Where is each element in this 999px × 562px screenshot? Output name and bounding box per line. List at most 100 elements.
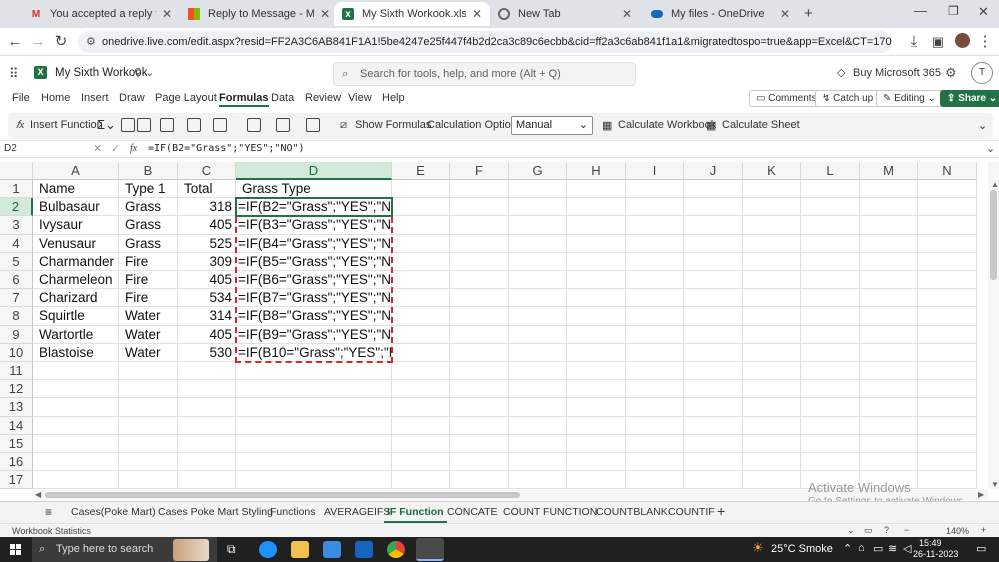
cell-g6[interactable] <box>509 271 567 290</box>
row-header[interactable]: 12 <box>0 380 33 399</box>
scroll-down-icon[interactable]: ▼ <box>991 480 999 489</box>
cell-f17[interactable] <box>450 471 509 489</box>
row-header[interactable]: 17 <box>0 471 33 489</box>
column-header-g[interactable]: G <box>509 162 567 180</box>
calculate-sheet-button[interactable]: Calculate Sheet <box>722 119 800 131</box>
cell-d4[interactable]: =IF(B4="Grass";"YES";"NO" <box>236 234 392 253</box>
cell-e4[interactable] <box>392 234 450 253</box>
cell-d9[interactable]: =IF(B9="Grass";"YES";"NO" <box>236 325 392 344</box>
cell-i6[interactable] <box>626 271 684 290</box>
cell-g11[interactable] <box>509 362 567 381</box>
lookup-icon[interactable] <box>247 118 261 132</box>
cell-d5[interactable]: =IF(B5="Grass";"YES";"NO" <box>236 252 392 271</box>
cell-m6[interactable] <box>860 271 918 290</box>
cell-f5[interactable] <box>450 252 509 271</box>
cell-h17[interactable] <box>567 471 626 489</box>
cell-d3[interactable]: =IF(B3="Grass";"YES";"NO" <box>236 216 392 235</box>
cell-i5[interactable] <box>626 252 684 271</box>
cell-e11[interactable] <box>392 362 450 381</box>
cell-f10[interactable] <box>450 343 509 362</box>
minimize-icon[interactable]: — <box>914 3 927 18</box>
network-icon[interactable]: ⌂ <box>858 542 865 554</box>
column-header-d[interactable]: D <box>236 162 392 180</box>
cell-f15[interactable] <box>450 434 509 453</box>
zoom-level[interactable]: 140% <box>946 526 969 536</box>
address-bar[interactable]: ⚙ onedrive.live.com/edit.aspx?resid=FF2A… <box>78 31 892 53</box>
cell-c8[interactable]: 314 <box>178 307 236 326</box>
cell-e8[interactable] <box>392 307 450 326</box>
cell-j17[interactable] <box>684 471 743 489</box>
select-all-corner[interactable] <box>0 162 33 180</box>
browser-tab-workbook[interactable]: x My Sixth Workook.xlsx - Micro ✕ <box>334 2 490 26</box>
cell-h13[interactable] <box>567 398 626 417</box>
row-header[interactable]: 10 <box>0 343 33 362</box>
cell-l8[interactable] <box>801 307 860 326</box>
cell-i17[interactable] <box>626 471 684 489</box>
task-view-icon[interactable]: ⧉ <box>227 542 236 557</box>
cell-m4[interactable] <box>860 234 918 253</box>
cell-l9[interactable] <box>801 325 860 344</box>
sheet-tab[interactable]: COUNTBLANK <box>596 506 668 518</box>
tab-draw[interactable]: Draw <box>119 92 145 104</box>
cell-j1[interactable] <box>684 180 743 199</box>
cell-e9[interactable] <box>392 325 450 344</box>
new-tab-icon[interactable]: + <box>804 5 813 22</box>
cell-k2[interactable] <box>743 198 801 217</box>
tab-help[interactable]: Help <box>382 92 405 104</box>
column-header-b[interactable]: B <box>119 162 178 180</box>
row-header[interactable]: 13 <box>0 398 33 417</box>
notifications-icon[interactable]: ▭ <box>976 542 986 555</box>
settings-gear-icon[interactable]: ⚙ <box>945 65 957 81</box>
cell-d2[interactable]: =IF(B2="Grass";"YES";"NO") <box>236 198 392 217</box>
cell-m1[interactable] <box>860 180 918 199</box>
cell-h10[interactable] <box>567 343 626 362</box>
cell-j5[interactable] <box>684 252 743 271</box>
autosum-icon[interactable]: Σ⌄ <box>97 117 116 133</box>
clock-date[interactable]: 26-11-2023 <box>913 549 958 559</box>
cell-e1[interactable] <box>392 180 450 199</box>
row-header[interactable]: 8 <box>0 307 33 326</box>
cell-k12[interactable] <box>743 380 801 399</box>
browser-tab-gmail[interactable]: M You accepted a reply to a topic ✕ <box>22 2 180 26</box>
cell-c2[interactable]: 318 <box>178 198 236 217</box>
cell-k6[interactable] <box>743 271 801 290</box>
browser-tab-onedrive[interactable]: My files - OneDrive ✕ <box>643 2 798 26</box>
cell-a6[interactable]: Charmeleon <box>33 271 119 290</box>
cell-i1[interactable] <box>626 180 684 199</box>
financial-icon[interactable] <box>137 118 151 132</box>
sidebar-icon[interactable]: ▣ <box>929 33 947 51</box>
row-header[interactable]: 7 <box>0 289 33 308</box>
cell-d11[interactable] <box>236 362 392 381</box>
comments-button[interactable]: ▭ Comments <box>749 90 824 107</box>
cell-a9[interactable]: Wartortle <box>33 325 119 344</box>
row-header[interactable]: 5 <box>0 252 33 271</box>
cell-f1[interactable] <box>450 180 509 199</box>
cell-i8[interactable] <box>626 307 684 326</box>
cell-e7[interactable] <box>392 289 450 308</box>
cell-m12[interactable] <box>860 380 918 399</box>
cell-a15[interactable] <box>33 434 119 453</box>
sheet-tab[interactable]: CONCATE <box>447 506 498 518</box>
scroll-thumb[interactable] <box>990 190 997 280</box>
cell-n11[interactable] <box>918 362 977 381</box>
column-header-j[interactable]: J <box>684 162 743 180</box>
battery-icon[interactable]: ▭ <box>873 542 883 555</box>
tab-file[interactable]: File <box>12 92 30 104</box>
column-header-a[interactable]: A <box>33 162 119 180</box>
cell-b17[interactable] <box>119 471 178 489</box>
cell-a16[interactable] <box>33 453 119 472</box>
cell-h14[interactable] <box>567 416 626 435</box>
close-icon[interactable]: ✕ <box>622 7 632 21</box>
cell-b2[interactable]: Grass <box>119 198 178 217</box>
zoom-in-icon[interactable]: + <box>981 525 986 535</box>
cell-l2[interactable] <box>801 198 860 217</box>
cell-d1[interactable]: Grass Type <box>236 180 392 199</box>
cell-g14[interactable] <box>509 416 567 435</box>
cell-j14[interactable] <box>684 416 743 435</box>
row-header[interactable]: 15 <box>0 434 33 453</box>
expand-formula-bar-icon[interactable]: ⌄ <box>986 142 995 155</box>
calculate-workbook-button[interactable]: Calculate Workbook <box>618 119 716 131</box>
tab-view[interactable]: View <box>348 92 372 104</box>
cell-l15[interactable] <box>801 434 860 453</box>
row-header[interactable]: 16 <box>0 453 33 472</box>
